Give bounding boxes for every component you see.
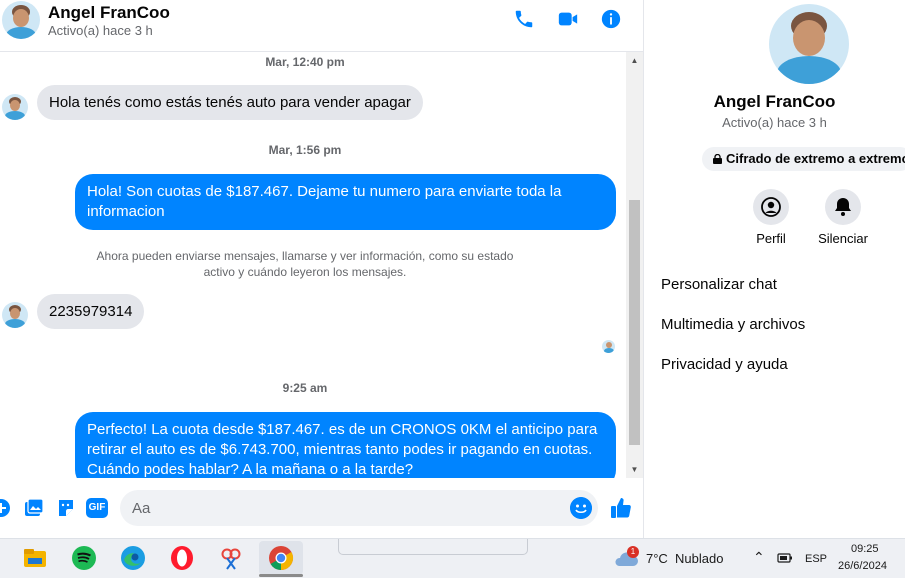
timestamp: Mar, 1:56 pm [268, 143, 342, 157]
message-list[interactable]: Mar, 12:40 pm Hola tenés como estás tené… [0, 52, 626, 478]
lock-icon [713, 154, 722, 164]
read-receipt-avatar [602, 340, 615, 353]
edge-icon[interactable] [120, 545, 146, 571]
weather-badge: 1 [627, 546, 639, 558]
contact-name[interactable]: Angel FranCoo [48, 3, 170, 23]
info-icon[interactable] [599, 8, 623, 30]
contact-avatar[interactable] [2, 1, 40, 39]
spotify-icon[interactable] [71, 545, 97, 571]
scroll-up-arrow-icon[interactable]: ▲ [626, 52, 643, 69]
menu-customize-chat[interactable]: Personalizar chat [661, 276, 777, 293]
sender-avatar[interactable] [2, 94, 28, 120]
outgoing-message[interactable]: Hola! Son cuotas de $187.467. Dejame tu … [75, 174, 616, 230]
mute-button[interactable]: Silenciar [813, 189, 873, 246]
weather-text[interactable]: 7°C Nublado [646, 551, 723, 566]
clock-time[interactable]: 09:25 [851, 543, 879, 555]
system-notice: Ahora pueden enviarse mensajes, llamarse… [96, 249, 514, 279]
snipping-tool-icon[interactable] [218, 545, 244, 571]
timestamp: Mar, 12:40 pm [265, 55, 345, 69]
menu-media-files[interactable]: Multimedia y archivos [661, 316, 805, 333]
contact-status: Activo(a) hace 3 h [48, 23, 153, 38]
sender-avatar[interactable] [2, 302, 28, 328]
chrome-active-indicator [259, 574, 303, 577]
chat-header: Angel FranCoo Activo(a) hace 3 h [0, 0, 643, 52]
phone-icon[interactable] [512, 8, 536, 30]
message-input[interactable]: Aa [120, 490, 598, 526]
incoming-message[interactable]: Hola tenés como estás tenés auto para ve… [37, 85, 423, 120]
panel-contact-status: Activo(a) hace 3 h [722, 115, 827, 130]
language-indicator[interactable]: ESP [805, 553, 827, 565]
file-explorer-icon[interactable] [22, 545, 48, 571]
opera-icon[interactable] [169, 545, 195, 571]
timestamp: 9:25 am [282, 381, 328, 395]
panel-avatar[interactable] [769, 4, 849, 84]
thumbs-up-icon[interactable] [609, 496, 633, 520]
message-input-placeholder: Aa [132, 500, 151, 517]
encryption-badge[interactable]: Cifrado de extremo a extremo [702, 147, 905, 171]
menu-privacy-help[interactable]: Privacidad y ayuda [661, 356, 788, 373]
outgoing-message[interactable]: Perfecto! La cuota desde $187.467. es de… [75, 412, 616, 478]
panel-contact-name: Angel FranCoo [713, 92, 836, 111]
windows-taskbar: 1 7°C Nublado ⌃ ESP 09:25 26/6/2024 [0, 538, 905, 578]
incoming-message[interactable]: 2235979314 [37, 294, 145, 329]
gif-button[interactable]: GIF [86, 498, 108, 518]
scroll-down-arrow-icon[interactable]: ▼ [626, 461, 643, 478]
chrome-icon[interactable] [268, 545, 294, 571]
profile-icon [761, 197, 781, 217]
bell-icon [835, 198, 851, 216]
battery-icon[interactable] [777, 552, 793, 564]
emoji-icon[interactable] [570, 497, 592, 519]
composer-bar: GIF Aa [0, 478, 643, 538]
sticker-icon[interactable] [56, 498, 76, 518]
profile-button[interactable]: Perfil [741, 189, 801, 246]
video-icon[interactable] [556, 8, 580, 30]
message-scrollbar[interactable]: ▲ ▼ [626, 52, 643, 478]
clock-date[interactable]: 26/6/2024 [838, 560, 887, 572]
chevron-up-icon[interactable]: ⌃ [753, 549, 765, 566]
messenger-window: Angel FranCoo Activo(a) hace 3 h Mar, 12… [0, 0, 905, 578]
scrollbar-thumb[interactable] [629, 200, 640, 445]
profile-label: Perfil [756, 231, 786, 246]
plus-circle-icon[interactable] [0, 498, 11, 518]
contact-info-panel: Angel FranCoo Activo(a) hace 3 h Cifrado… [644, 0, 905, 538]
encryption-label: Cifrado de extremo a extremo [726, 151, 905, 166]
photo-gallery-icon[interactable] [24, 498, 44, 518]
search-bar-outline[interactable] [338, 539, 528, 555]
mute-label: Silenciar [818, 231, 868, 246]
